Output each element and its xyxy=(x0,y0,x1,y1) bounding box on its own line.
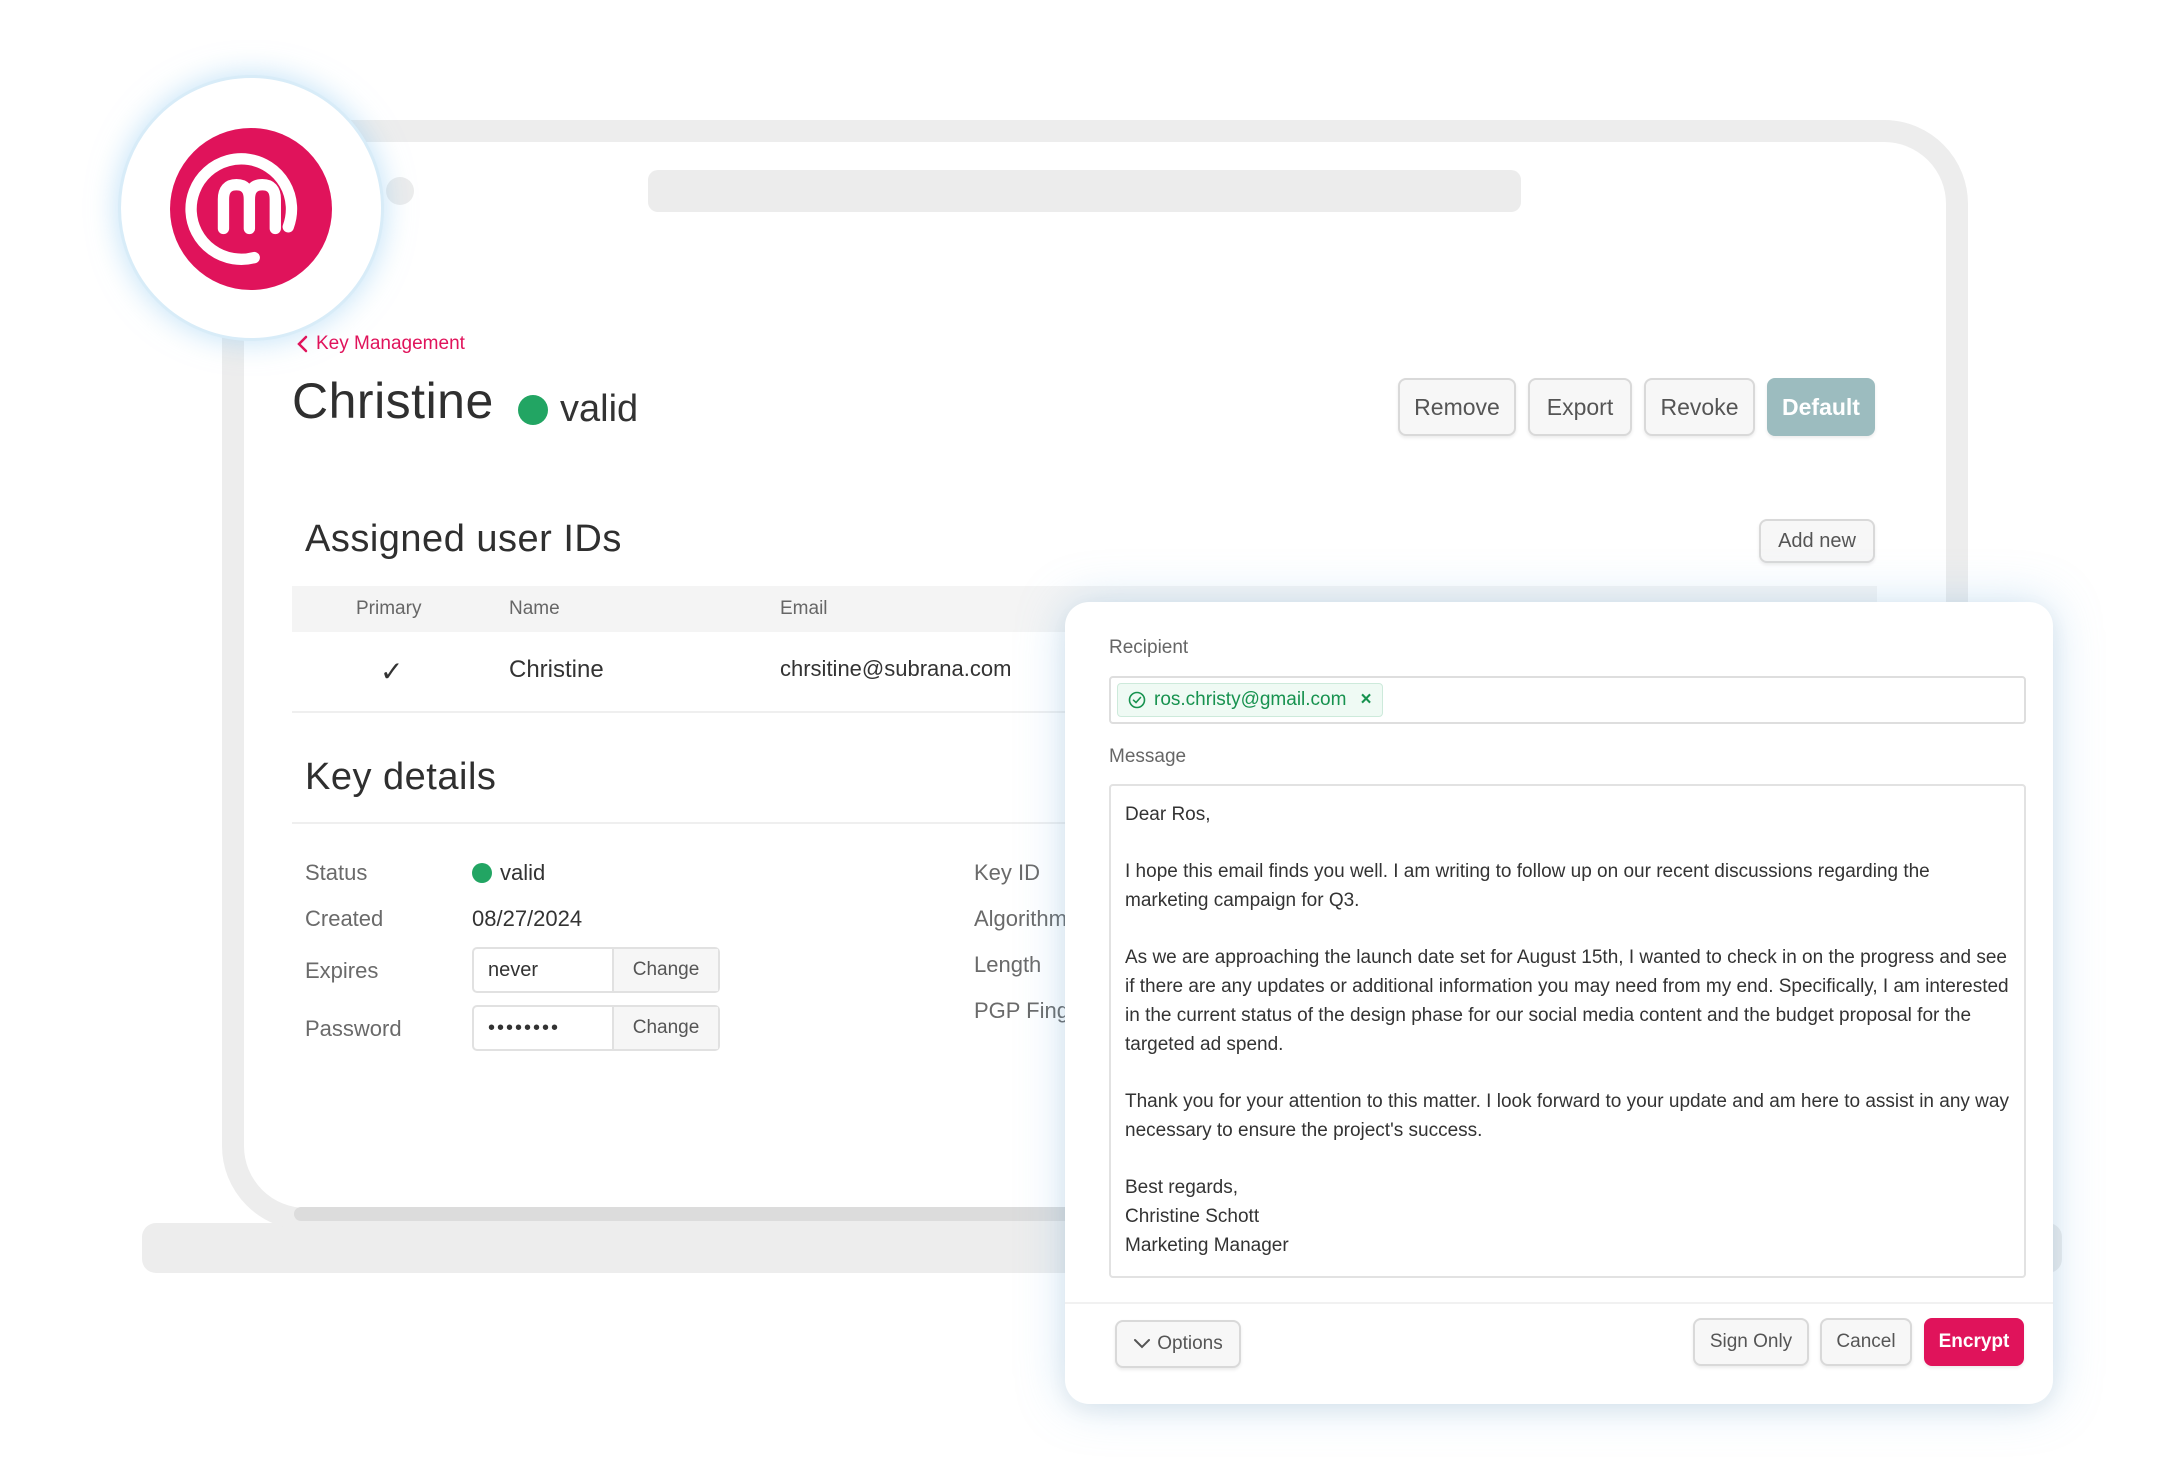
primary-check-icon: ✓ xyxy=(380,656,404,687)
divider xyxy=(1065,1302,2053,1304)
expires-label: Expires xyxy=(305,958,379,983)
remove-button[interactable]: Remove xyxy=(1398,378,1516,436)
col-name: Name xyxy=(509,598,560,619)
message-paragraph: I hope this email finds you well. I am w… xyxy=(1125,861,1930,911)
signature-line: Christine Schott xyxy=(1125,1206,1260,1227)
add-new-button[interactable]: Add new xyxy=(1759,519,1875,563)
message-textarea[interactable]: Dear Ros, I hope this email finds you we… xyxy=(1109,784,2026,1278)
export-button[interactable]: Export xyxy=(1528,378,1632,436)
options-button[interactable]: Options xyxy=(1115,1320,1241,1368)
camera-dot xyxy=(386,177,414,205)
options-label: Options xyxy=(1157,1333,1223,1354)
change-password-button[interactable]: Change xyxy=(614,1007,718,1049)
recipient-chip[interactable]: ros.christy@gmail.com × xyxy=(1117,683,1383,717)
remove-recipient-icon[interactable]: × xyxy=(1360,689,1371,711)
message-label: Message xyxy=(1109,746,1187,767)
message-paragraph: Dear Ros, xyxy=(1125,804,1211,825)
message-paragraph: Thank you for your attention to this mat… xyxy=(1125,1091,2009,1141)
expires-value: never xyxy=(474,949,614,991)
m-mark-logo-icon xyxy=(170,128,332,290)
col-email: Email xyxy=(780,598,828,619)
revoke-button[interactable]: Revoke xyxy=(1644,378,1755,436)
status-dot-icon xyxy=(472,863,492,883)
password-label: Password xyxy=(305,1016,402,1041)
back-link[interactable]: Key Management xyxy=(296,333,465,355)
key-status-badge: valid xyxy=(518,388,638,431)
recipient-email: ros.christy@gmail.com xyxy=(1154,689,1347,710)
recipient-label: Recipient xyxy=(1109,637,1189,658)
status-label: Status xyxy=(305,860,368,885)
password-value: •••••••• xyxy=(474,1007,614,1049)
cancel-button[interactable]: Cancel xyxy=(1820,1318,1912,1366)
col-primary: Primary xyxy=(356,598,422,619)
change-expiry-button[interactable]: Change xyxy=(614,949,718,991)
default-button[interactable]: Default xyxy=(1767,378,1875,436)
password-field: •••••••• Change xyxy=(472,1005,720,1051)
sign-only-button[interactable]: Sign Only xyxy=(1693,1318,1809,1366)
page-title: Christine xyxy=(292,373,494,429)
status-value-text: valid xyxy=(500,860,546,885)
signature-line: Best regards, xyxy=(1125,1177,1238,1198)
key-status-text: valid xyxy=(560,388,639,430)
signature-line: Marketing Manager xyxy=(1125,1235,1289,1256)
length-label: Length xyxy=(974,952,1042,977)
user-ids-title: Assigned user IDs xyxy=(305,518,622,560)
user-email-cell: chrsitine@subrana.com xyxy=(780,656,1012,681)
check-circle-icon xyxy=(1128,691,1146,709)
recipient-input[interactable]: ros.christy@gmail.com × xyxy=(1109,676,2026,724)
message-paragraph: As we are approaching the launch date se… xyxy=(1125,947,2009,1055)
chevron-left-icon xyxy=(297,335,308,353)
status-value: valid xyxy=(472,860,545,886)
back-link-label: Key Management xyxy=(316,333,465,354)
algorithm-label: Algorithm xyxy=(974,906,1067,931)
status-dot-icon xyxy=(518,394,548,425)
encrypt-button[interactable]: Encrypt xyxy=(1924,1318,2024,1366)
expires-field: never Change xyxy=(472,947,720,993)
message-signature: Best regards, Christine Schott Marketing… xyxy=(1125,1173,2010,1260)
created-label: Created xyxy=(305,906,384,931)
created-value: 08/27/2024 xyxy=(472,906,583,931)
encrypt-dialog: Recipient ros.christy@gmail.com × Messag… xyxy=(1065,602,2053,1404)
address-bar[interactable] xyxy=(648,170,1521,212)
key-details-title: Key details xyxy=(305,756,497,798)
chevron-down-icon xyxy=(1134,1339,1151,1349)
key-id-label: Key ID xyxy=(974,860,1041,885)
user-name-cell: Christine xyxy=(509,656,604,683)
